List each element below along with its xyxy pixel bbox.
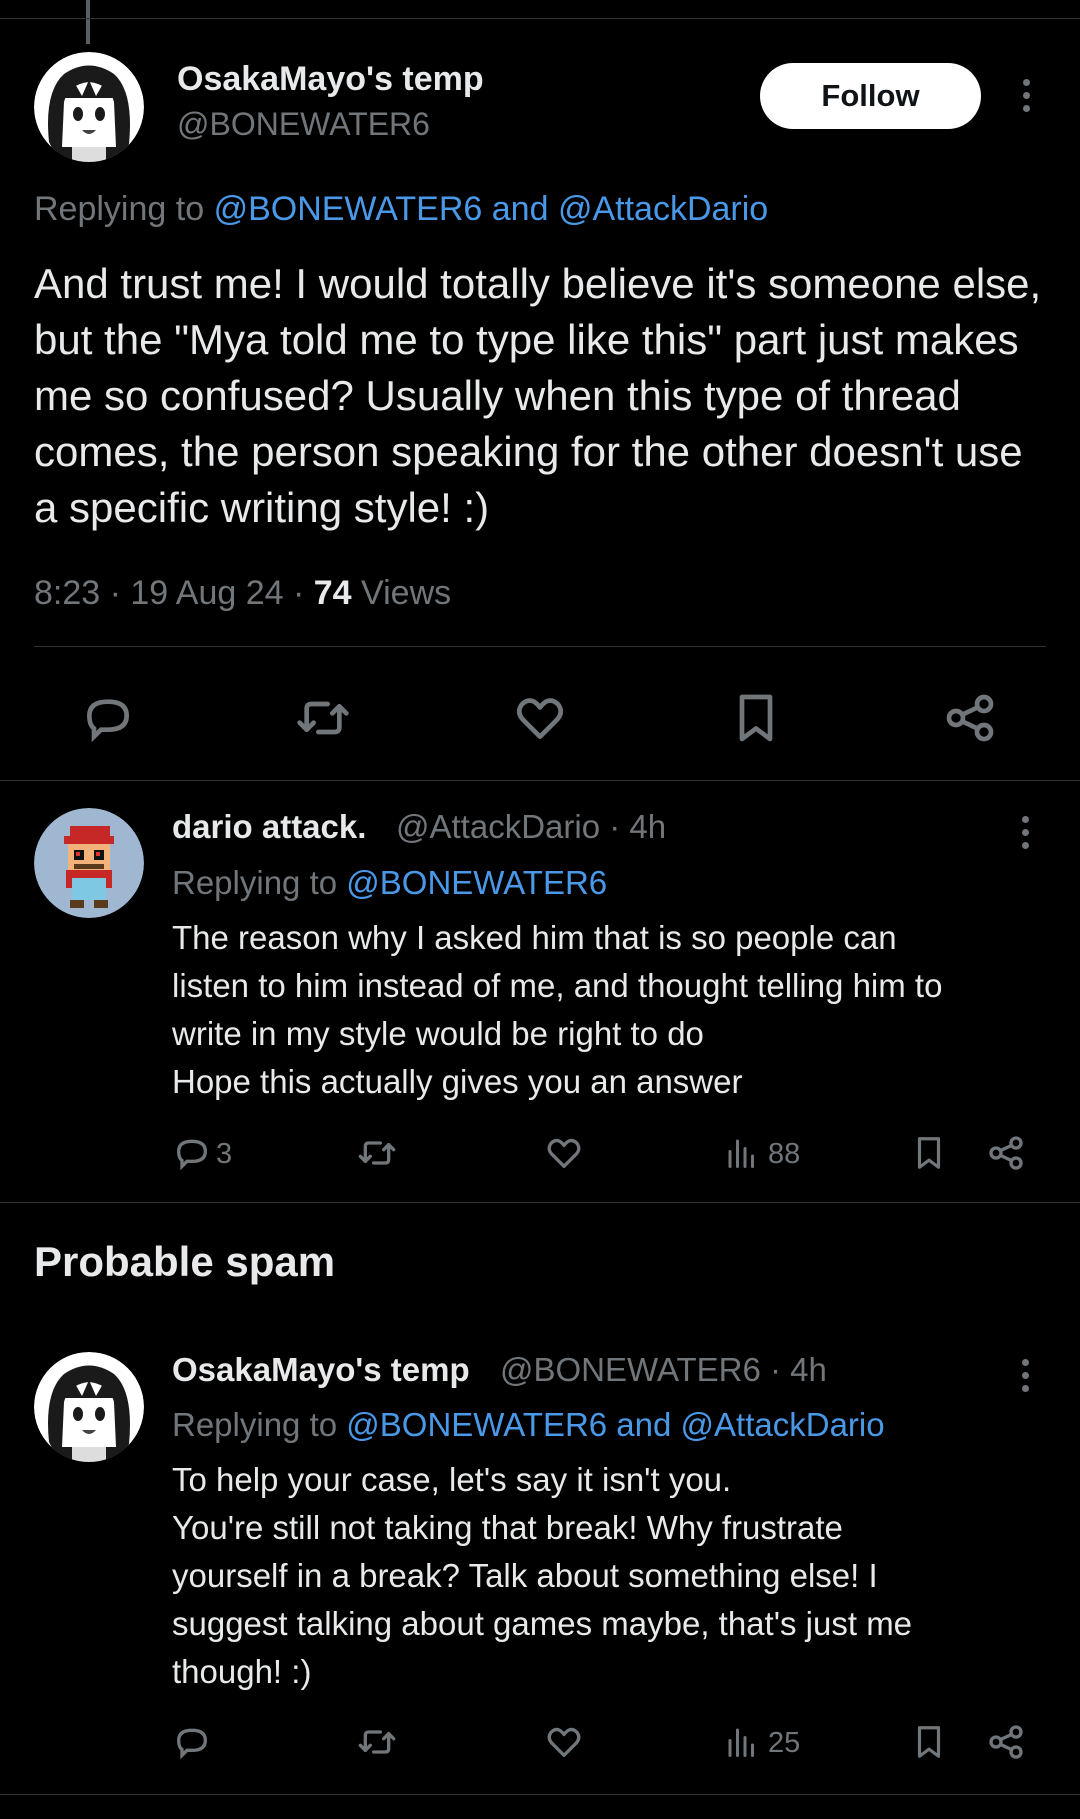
tweet-body: And trust me! I would totally believe it… bbox=[34, 260, 1042, 531]
reply-icon[interactable] bbox=[80, 690, 136, 746]
bookmark-icon[interactable] bbox=[910, 1721, 948, 1763]
reply-body: To help your case, let's say it isn't yo… bbox=[172, 1456, 1072, 1696]
reply-icon[interactable] bbox=[172, 1722, 212, 1762]
bookmark-icon[interactable] bbox=[910, 1132, 948, 1174]
replying-to-links[interactable]: @BONEWATER6 bbox=[346, 864, 607, 901]
main-tweet-divider bbox=[0, 780, 1080, 781]
reply-author-name[interactable]: dario attack. bbox=[172, 808, 366, 846]
more-options-icon[interactable] bbox=[1019, 816, 1031, 849]
share-icon[interactable] bbox=[986, 1722, 1026, 1762]
follow-button[interactable]: Follow bbox=[760, 63, 981, 129]
more-options-icon[interactable] bbox=[1020, 79, 1032, 112]
bookmark-icon[interactable] bbox=[728, 688, 784, 748]
reply-author-handle-time[interactable]: @AttackDario · 4h bbox=[396, 808, 666, 846]
views-count: 88 bbox=[768, 1138, 801, 1170]
reply-divider bbox=[0, 1202, 1080, 1203]
reply-body-line: You're still not taking that break! Why … bbox=[172, 1509, 843, 1546]
reply-body-line: To help your case, let's say it isn't yo… bbox=[172, 1461, 732, 1498]
share-icon[interactable] bbox=[986, 1133, 1026, 1173]
reply-body-line: listen to him instead of me, and thought… bbox=[172, 967, 943, 1004]
replying-to-links[interactable]: @BONEWATER6 and @AttackDario bbox=[346, 1406, 884, 1443]
replying-prefix: Replying to bbox=[172, 864, 338, 901]
replying-prefix: Replying to bbox=[172, 1406, 338, 1443]
author-avatar[interactable] bbox=[34, 52, 144, 162]
repost-icon[interactable] bbox=[356, 1133, 398, 1173]
top-divider bbox=[0, 18, 1080, 19]
like-icon[interactable] bbox=[544, 1133, 584, 1173]
tweet-metadata: 8:23 · 19 Aug 24 · 74 Views bbox=[34, 574, 451, 613]
repost-icon[interactable] bbox=[294, 690, 352, 746]
tweet-timestamp[interactable]: 8:23 · 19 Aug 24 · bbox=[34, 574, 304, 612]
views-icon[interactable] bbox=[724, 1134, 760, 1172]
share-icon[interactable] bbox=[942, 690, 998, 746]
reply-body-line: suggest talking about games maybe, that'… bbox=[172, 1605, 913, 1642]
reply-body-line: write in my style would be right to do bbox=[172, 1015, 704, 1052]
author-handle[interactable]: @BONEWATER6 bbox=[177, 106, 430, 143]
reply-author-handle-time[interactable]: @BONEWATER6 · 4h bbox=[500, 1351, 827, 1389]
author-display-name[interactable]: OsakaMayo's temp bbox=[177, 60, 484, 99]
reply-author-name[interactable]: OsakaMayo's temp bbox=[172, 1351, 470, 1389]
replying-to-line: Replying to @BONEWATER6 and @AttackDario bbox=[34, 190, 768, 229]
replying-prefix: Replying to bbox=[34, 190, 205, 228]
replying-to-links[interactable]: @BONEWATER6 and @AttackDario bbox=[214, 190, 769, 228]
reply-icon[interactable] bbox=[172, 1133, 212, 1173]
like-icon[interactable] bbox=[512, 690, 568, 746]
views-icon[interactable] bbox=[724, 1723, 760, 1761]
bottom-divider bbox=[0, 1794, 1080, 1795]
views-count: 25 bbox=[768, 1727, 801, 1759]
meta-divider bbox=[34, 646, 1046, 647]
like-icon[interactable] bbox=[544, 1722, 584, 1762]
replying-to-line: Replying to @BONEWATER6 bbox=[172, 864, 607, 902]
reply-count: 3 bbox=[216, 1138, 233, 1170]
thread-connector-line bbox=[86, 0, 90, 44]
reply-avatar-osakamayo[interactable] bbox=[34, 1352, 144, 1462]
reply-body-line: yourself in a break? Talk about somethin… bbox=[172, 1557, 878, 1594]
more-options-icon[interactable] bbox=[1019, 1359, 1031, 1392]
reply-avatar-dario[interactable] bbox=[34, 808, 144, 918]
views-label: Views bbox=[361, 574, 452, 612]
reply-body-line: The reason why I asked him that is so pe… bbox=[172, 919, 897, 956]
reply-body-line: though! :) bbox=[172, 1653, 312, 1690]
section-title-probable-spam[interactable]: Probable spam bbox=[34, 1238, 335, 1286]
views-count: 74 bbox=[313, 574, 352, 612]
reply-body: The reason why I asked him that is so pe… bbox=[172, 914, 1072, 1106]
repost-icon[interactable] bbox=[356, 1722, 398, 1762]
replying-to-line: Replying to @BONEWATER6 and @AttackDario bbox=[172, 1406, 885, 1444]
reply-body-line: Hope this actually gives you an answer bbox=[172, 1063, 743, 1100]
tweet-thread-page: OsakaMayo's temp @BONEWATER6 Follow Repl… bbox=[0, 0, 1080, 1819]
